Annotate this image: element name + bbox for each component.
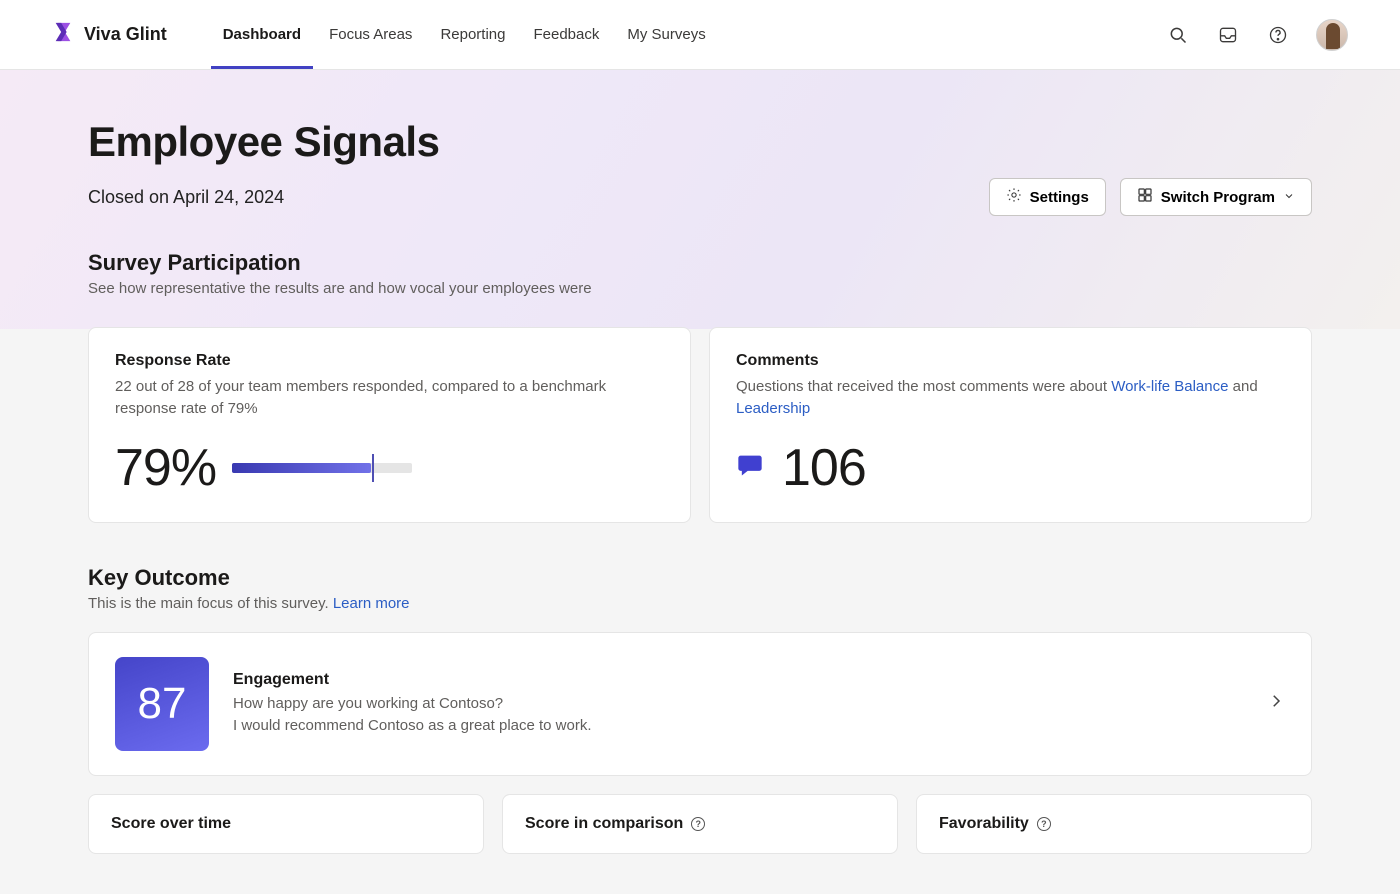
favorability-card[interactable]: Favorability ? — [916, 794, 1312, 854]
closed-date: Closed on April 24, 2024 — [88, 187, 284, 208]
card-desc: 22 out of 28 of your team members respon… — [115, 376, 664, 420]
chevron-down-icon — [1283, 189, 1295, 206]
score-over-time-card[interactable]: Score over time — [88, 794, 484, 854]
benchmark-tick — [372, 454, 374, 482]
nav-dashboard[interactable]: Dashboard — [211, 0, 313, 69]
comments-desc-pre: Questions that received the most comment… — [736, 378, 1111, 395]
button-label: Settings — [1030, 189, 1089, 206]
card-title-label: Score in comparison — [525, 815, 683, 833]
brand-name: Viva Glint — [84, 24, 167, 45]
outcome-body: Engagement How happy are you working at … — [233, 671, 592, 737]
nav-label: Focus Areas — [329, 26, 412, 43]
help-icon[interactable]: ? — [691, 817, 705, 831]
nav-reporting[interactable]: Reporting — [428, 0, 517, 69]
search-icon[interactable] — [1166, 23, 1190, 47]
response-rate-card: Response Rate 22 out of 28 of your team … — [88, 327, 691, 523]
gear-icon — [1006, 187, 1022, 207]
avatar[interactable] — [1316, 19, 1348, 51]
engagement-outcome-card[interactable]: 87 Engagement How happy are you working … — [88, 632, 1312, 776]
card-title: Comments — [736, 352, 1285, 370]
card-title: Favorability ? — [939, 815, 1289, 833]
response-rate-bar — [232, 460, 412, 476]
section-title: Survey Participation — [88, 250, 1312, 276]
response-rate-value: 79% — [115, 438, 216, 498]
button-label: Switch Program — [1161, 189, 1275, 206]
participation-cards: Response Rate 22 out of 28 of your team … — [88, 327, 1312, 523]
nav-label: My Surveys — [627, 26, 705, 43]
score-tile: 87 — [115, 657, 209, 751]
chart-cards-row: Score over time Score in comparison ? Fa… — [88, 794, 1312, 854]
nav-focus-areas[interactable]: Focus Areas — [317, 0, 424, 69]
card-title: Response Rate — [115, 352, 664, 370]
settings-button[interactable]: Settings — [989, 178, 1106, 216]
card-desc: Questions that received the most comment… — [736, 376, 1285, 420]
section-subtitle: This is the main focus of this survey. L… — [88, 595, 1312, 612]
comments-desc-mid: and — [1228, 378, 1257, 395]
link-leadership[interactable]: Leadership — [736, 400, 810, 417]
brand-logo-icon — [52, 21, 74, 48]
comments-card: Comments Questions that received the mos… — [709, 327, 1312, 523]
response-rate-stat: 79% — [115, 438, 664, 498]
card-title: Score in comparison ? — [525, 815, 875, 833]
nav-label: Feedback — [533, 26, 599, 43]
page-title: Employee Signals — [88, 118, 1312, 166]
topbar-right — [1166, 19, 1348, 51]
nav-label: Dashboard — [223, 26, 301, 43]
comments-stat: 106 — [736, 438, 1285, 498]
card-title: Score over time — [111, 815, 461, 833]
chevron-right-icon — [1267, 692, 1285, 715]
card-title-label: Score over time — [111, 815, 231, 833]
card-title-label: Favorability — [939, 815, 1029, 833]
inbox-icon[interactable] — [1216, 23, 1240, 47]
hero: Employee Signals Closed on April 24, 202… — [0, 70, 1400, 329]
help-icon[interactable] — [1266, 23, 1290, 47]
section-subtitle: See how representative the results are a… — [88, 280, 1312, 297]
link-work-life-balance[interactable]: Work-life Balance — [1111, 378, 1228, 395]
topbar: Viva Glint Dashboard Focus Areas Reporti… — [0, 0, 1400, 70]
help-icon[interactable]: ? — [1037, 817, 1051, 831]
nav-label: Reporting — [440, 26, 505, 43]
progress-fill — [232, 463, 371, 473]
score-in-comparison-card[interactable]: Score in comparison ? — [502, 794, 898, 854]
nav: Dashboard Focus Areas Reporting Feedback… — [211, 0, 718, 69]
brand[interactable]: Viva Glint — [52, 21, 167, 48]
outcome-q1: How happy are you working at Contoso? — [233, 693, 592, 715]
learn-more-link[interactable]: Learn more — [333, 595, 410, 612]
comments-count: 106 — [782, 438, 866, 498]
switch-icon — [1137, 187, 1153, 207]
key-outcome-section: Key Outcome This is the main focus of th… — [88, 565, 1312, 854]
nav-feedback[interactable]: Feedback — [521, 0, 611, 69]
nav-my-surveys[interactable]: My Surveys — [615, 0, 717, 69]
comment-icon — [736, 451, 764, 484]
outcome-subtitle-pre: This is the main focus of this survey. — [88, 595, 333, 612]
switch-program-button[interactable]: Switch Program — [1120, 178, 1312, 216]
outcome-name: Engagement — [233, 671, 592, 689]
section-title: Key Outcome — [88, 565, 1312, 591]
subtitle-row: Closed on April 24, 2024 Settings Switch… — [88, 178, 1312, 216]
outcome-q2: I would recommend Contoso as a great pla… — [233, 715, 592, 737]
participation-section-header: Survey Participation See how representat… — [88, 250, 1312, 297]
content: Response Rate 22 out of 28 of your team … — [0, 327, 1400, 894]
hero-buttons: Settings Switch Program — [989, 178, 1312, 216]
